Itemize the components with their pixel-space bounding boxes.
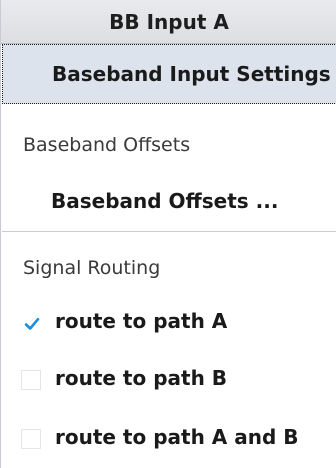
route-path-a-and-b-label: route to path A and B: [55, 425, 299, 449]
section-divider: [2, 231, 336, 232]
baseband-input-settings-button[interactable]: Baseband Input Settings ...: [2, 44, 336, 104]
bb-input-panel: BB Input A Baseband Input Settings ... B…: [0, 0, 336, 468]
route-path-a-and-b-checkbox[interactable]: [21, 429, 41, 449]
baseband-offsets-section-label: Baseband Offsets: [23, 134, 191, 156]
route-path-a-checkbox[interactable]: [21, 313, 41, 333]
route-path-a-label: route to path A: [55, 309, 228, 333]
route-path-b-label: route to path B: [55, 366, 228, 390]
checkmark-icon: [24, 317, 40, 330]
route-path-a-option[interactable]: route to path A: [1, 307, 336, 341]
route-path-b-checkbox[interactable]: [21, 370, 41, 390]
signal-routing-section-label: Signal Routing: [23, 257, 161, 279]
panel-title: BB Input A: [1, 0, 336, 44]
route-path-b-option[interactable]: route to path B: [1, 364, 336, 398]
route-path-a-and-b-option[interactable]: route to path A and B: [1, 423, 336, 457]
baseband-offsets-button[interactable]: Baseband Offsets ...: [2, 172, 336, 230]
